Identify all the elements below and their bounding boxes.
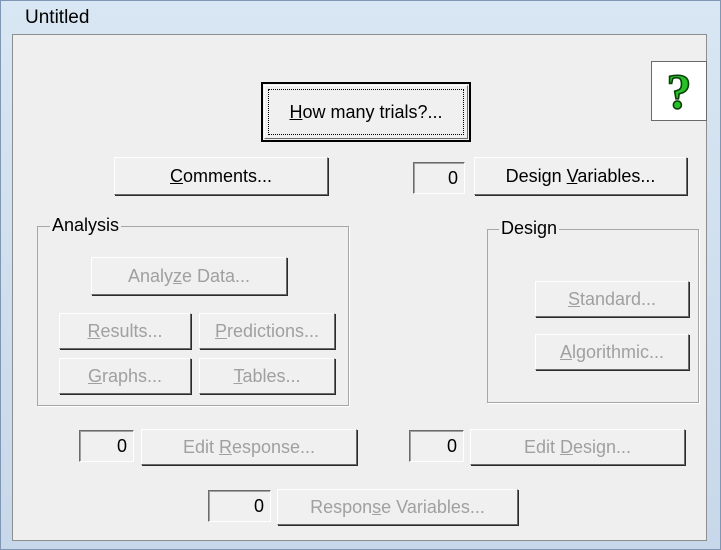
edit-response-count: 0 [79,430,134,462]
analysis-group-label: Analysis [50,215,122,236]
svg-text:?: ? [667,66,692,116]
tables-button[interactable]: Tables... [199,358,335,394]
algorithmic-button[interactable]: Algorithmic... [535,334,689,370]
design-group-label: Design [499,218,560,239]
help-button[interactable]: ? [651,61,707,121]
edit-response-button[interactable]: Edit Response... [141,429,357,465]
design-variables-button[interactable]: Design Variables... [474,157,687,195]
dialog-window: Untitled How many trials?... ? Comments.… [0,0,721,550]
response-variables-count: 0 [208,490,271,522]
standard-button[interactable]: Standard... [535,281,689,317]
edit-design-button[interactable]: Edit Design... [470,429,685,465]
graphs-button[interactable]: Graphs... [59,358,191,394]
window-title: Untitled [25,7,90,28]
results-button[interactable]: Results... [59,313,191,349]
title-bar[interactable]: Untitled [1,1,720,33]
design-variables-count: 0 [413,162,465,194]
how-many-trials-button[interactable]: How many trials?... [261,82,471,142]
edit-design-count: 0 [409,430,464,462]
response-variables-button[interactable]: Response Variables... [277,489,518,525]
question-mark-icon: ? [666,66,693,116]
predictions-button[interactable]: Predictions... [199,313,335,349]
focus-rectangle [268,89,464,135]
analyze-data-button[interactable]: Analyze Data... [91,257,287,295]
comments-button[interactable]: Comments... [114,157,328,195]
